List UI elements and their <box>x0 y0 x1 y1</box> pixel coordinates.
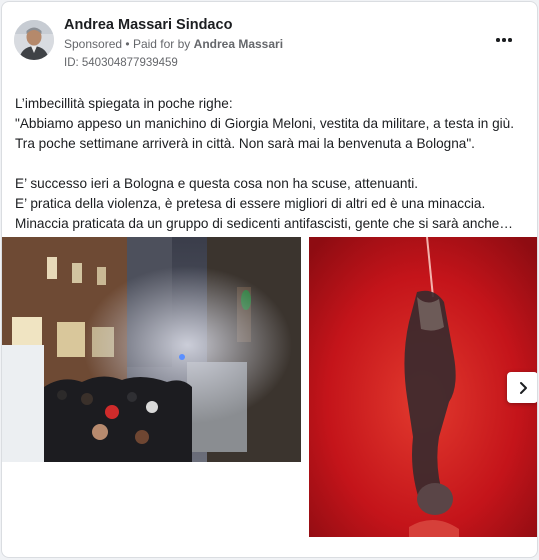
avatar[interactable] <box>14 20 54 60</box>
message-line: E’ pratica della violenza, è pretesa di … <box>15 196 486 211</box>
carousel-next-button[interactable] <box>507 372 537 403</box>
carousel-image-hanging-mannequin[interactable] <box>309 237 537 537</box>
message-line: "Abbiamo appeso un manichino di Giorgia … <box>15 116 514 131</box>
meta-separator: • <box>125 37 130 51</box>
message-line: L’imbecillità spiegata in poche righe: <box>15 96 233 111</box>
carousel-image-crowd-night[interactable] <box>2 237 301 462</box>
more-horizontal-icon <box>496 38 500 42</box>
chevron-right-icon <box>519 381 527 394</box>
sponsored-label: Sponsored <box>64 37 123 51</box>
hanging-mannequin-photo <box>309 237 537 537</box>
more-options-button[interactable] <box>491 30 517 50</box>
media-carousel <box>2 237 537 537</box>
page-name-link[interactable]: Andrea Massari Sindaco <box>64 17 232 33</box>
post-message: L’imbecillità spiegata in poche righe: "… <box>15 94 527 234</box>
paid-for-name: Andrea Massari <box>193 37 284 51</box>
sponsored-post-card: Andrea Massari Sindaco Sponsored • Paid … <box>1 1 538 558</box>
avatar-photo <box>14 20 54 60</box>
message-line[interactable]: Minaccia praticata da un gruppo di sedic… <box>15 214 527 234</box>
sponsored-meta: Sponsored • Paid for by Andrea Massari <box>64 37 283 51</box>
post-header: Andrea Massari Sindaco Sponsored • Paid … <box>2 2 537 82</box>
crowd-night-photo <box>2 237 301 462</box>
more-horizontal-icon-dot <box>502 38 506 42</box>
more-horizontal-icon-dot <box>508 38 512 42</box>
message-line: E’ successo ieri a Bologna e questa cosa… <box>15 176 419 191</box>
message-line: Tra poche settimane arriverà in città. N… <box>15 136 475 151</box>
paid-for-label: Paid for by <box>132 37 191 51</box>
ad-id: ID: 540304877939459 <box>64 57 178 69</box>
